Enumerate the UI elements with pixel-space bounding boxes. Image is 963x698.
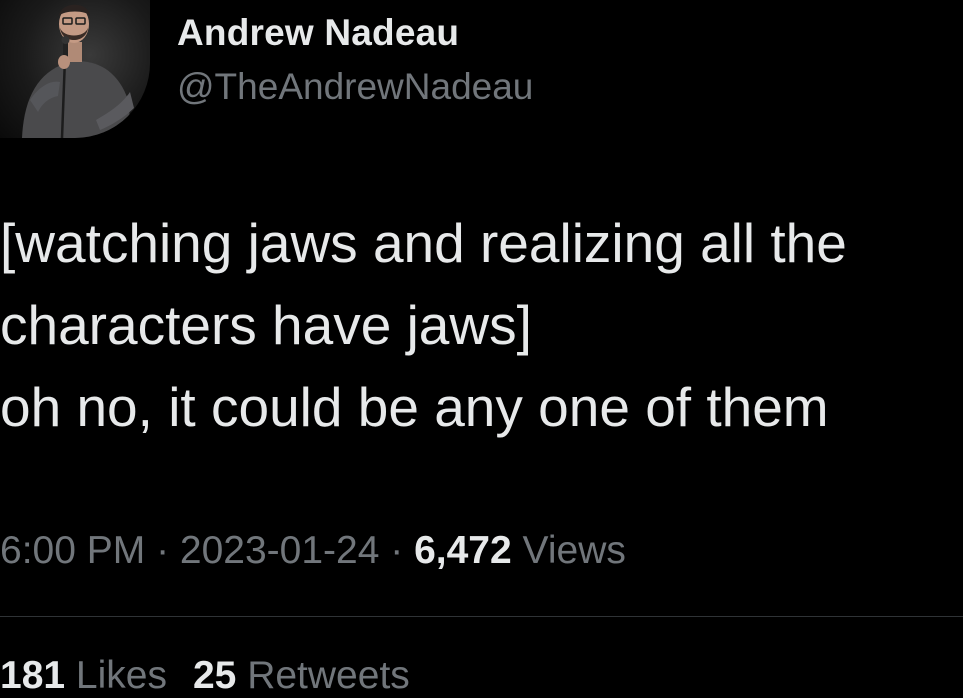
likes-count: 181: [0, 654, 66, 697]
tweet-time[interactable]: 6:00 PM: [0, 529, 145, 572]
profile-photo-icon: [22, 4, 134, 138]
views-label: Views: [522, 529, 626, 572]
handle[interactable]: @TheAndrewNadeau: [177, 66, 533, 108]
retweets-stat[interactable]: 25 Retweets: [193, 654, 410, 697]
tweet-date[interactable]: 2023-01-24: [180, 529, 380, 572]
tweet-line: oh no, it could be any one of them: [0, 376, 829, 438]
meta-separator: ·: [379, 529, 415, 572]
tweet-meta: 6:00 PM · 2023-01-24 · 6,472 Views: [0, 529, 626, 573]
engagement-stats: 181 Likes 25 Retweets: [0, 654, 410, 698]
divider: [0, 616, 963, 617]
views-count: 6,472: [414, 529, 512, 572]
likes-label: Likes: [75, 654, 167, 697]
avatar[interactable]: [0, 0, 150, 138]
display-name[interactable]: Andrew Nadeau: [177, 12, 459, 54]
retweets-count: 25: [192, 654, 237, 697]
likes-stat[interactable]: 181 Likes: [0, 654, 167, 697]
tweet-line: [watching jaws and realizing all the: [0, 212, 847, 274]
meta-separator: ·: [145, 529, 180, 572]
tweet-line: characters have jaws]: [0, 294, 532, 356]
tweet-text: [watching jaws and realizing all the cha…: [0, 202, 963, 448]
retweets-label: Retweets: [247, 654, 410, 697]
